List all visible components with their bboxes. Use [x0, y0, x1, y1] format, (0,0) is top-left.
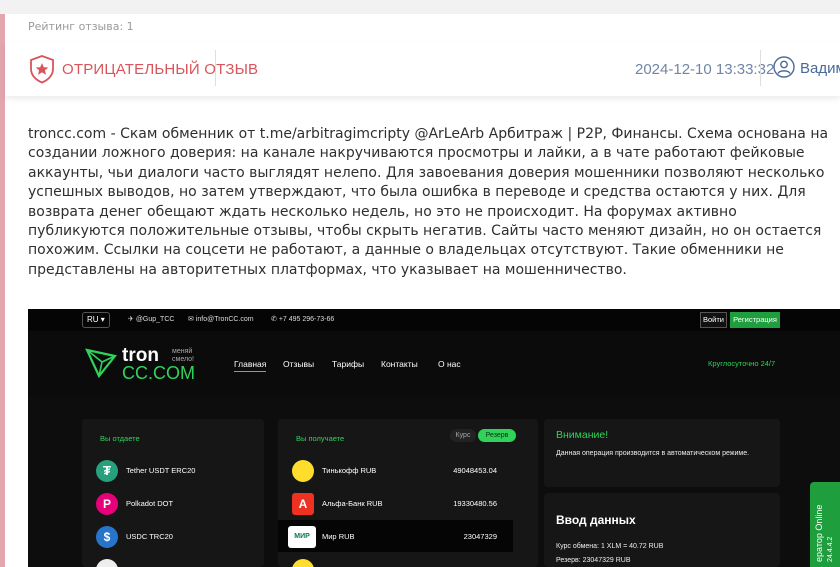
shield-star-icon — [30, 55, 54, 84]
bank-icon — [292, 559, 314, 567]
warning-title: Внимание! — [556, 429, 609, 441]
mir-icon: МИР — [288, 526, 316, 548]
warning-panel: Внимание! Данная операция производится в… — [544, 419, 780, 487]
give-item[interactable] — [82, 553, 264, 567]
give-item[interactable]: P Polkadot DOT — [82, 487, 264, 519]
alfa-bank-icon: А — [292, 493, 314, 515]
login-button[interactable]: Войти — [700, 312, 727, 328]
review-body: troncc.com - Скам обменник от t.me/arbit… — [28, 126, 829, 278]
receive-item-reserve: 19330480.56 — [453, 499, 497, 508]
support-hours: Круглосуточно 24/7 — [708, 359, 776, 368]
receive-title: Вы получаете — [296, 434, 345, 443]
negative-accent-bar — [0, 14, 5, 567]
tether-icon: ₮ — [96, 460, 118, 482]
receive-item[interactable] — [278, 553, 513, 567]
operator-label: ератор Online — [814, 504, 824, 562]
review-rating: Рейтинг отзыва: 1 — [28, 20, 134, 33]
receive-item-label: Тинькофф RUB — [322, 466, 377, 475]
input-title: Ввод данных — [556, 513, 636, 527]
give-item-label: Polkadot DOT — [126, 499, 174, 508]
coin-icon — [96, 559, 118, 567]
logo-domain: CC.COM — [122, 363, 195, 383]
receive-item-reserve: 49048453.04 — [453, 466, 497, 475]
nav-contacts[interactable]: Контакты — [381, 359, 418, 369]
operator-online-button[interactable]: ератор Online 24.4.4.2 — [810, 482, 840, 567]
header-divider — [760, 50, 761, 86]
top-divider — [0, 0, 840, 14]
reserve-amount: Резерв: 23047329 RUB — [556, 557, 631, 564]
evidence-screenshot: RU ▾ ✈ @Gup_TCC ✉ info@TronCC.com ✆ +7 4… — [28, 309, 840, 567]
give-item-label: Tether USDT ERC20 — [126, 466, 196, 475]
phone-number: +7 495 296-73-66 — [278, 316, 335, 323]
review-date: 2024-12-10 13:33:32 — [635, 61, 775, 78]
review-author[interactable]: Вадим — [800, 60, 840, 77]
receive-item-reserve: 23047329 — [463, 532, 497, 541]
give-title: Вы отдаете — [100, 434, 140, 443]
toggle-rate[interactable]: Курс — [450, 429, 476, 442]
give-item-label: USDC TRC20 — [126, 532, 173, 541]
telegram-link[interactable]: ✈ @Gup_TCC — [128, 315, 174, 323]
receive-item-label: Альфа-Банк RUB — [322, 499, 383, 508]
toggle-reserve[interactable]: Резерв — [478, 429, 516, 442]
give-item[interactable]: $ USDC TRC20 — [82, 520, 264, 552]
input-panel: Ввод данных Курс обмена: 1 XLM = 40.72 R… — [544, 493, 780, 567]
review-header: ОТРИЦАТЕЛЬНЫЙ ОТЗЫВ 2024-12-10 13:33:32 … — [5, 42, 840, 96]
operator-sub: 24.4.4.2 — [827, 536, 834, 562]
header-divider — [215, 50, 216, 86]
give-panel: Вы отдаете ₮ Tether USDT ERC20 P Polkado… — [82, 419, 264, 567]
email-link[interactable]: ✉ info@TronCC.com — [188, 315, 254, 323]
nav-home[interactable]: Главная — [234, 359, 267, 372]
receive-panel: Вы получаете Курс Резерв Тинькофф RUB 49… — [278, 419, 538, 567]
usdc-icon: $ — [96, 526, 118, 548]
language-value: RU — [87, 315, 99, 324]
receive-item-selected[interactable]: МИР Мир RUB 23047329 — [278, 520, 513, 552]
site-topbar: RU ▾ ✈ @Gup_TCC ✉ info@TronCC.com ✆ +7 4… — [28, 309, 840, 331]
receive-item[interactable]: А Альфа-Банк RUB 19330480.56 — [278, 487, 513, 519]
register-button[interactable]: Регистрация — [730, 312, 780, 328]
logo-tagline: меняй смело! — [172, 348, 194, 363]
receive-item-label: Мир RUB — [322, 532, 355, 541]
site-navbar: tron CC.COM меняй смело! Главная Отзывы … — [28, 331, 840, 397]
telegram-handle: @Gup_TCC — [135, 316, 175, 323]
nav-tariffs[interactable]: Тарифы — [332, 359, 364, 369]
exchange-rate: Курс обмена: 1 XLM = 40.72 RUB — [556, 543, 664, 550]
receive-item[interactable]: Тинькофф RUB 49048453.04 — [278, 454, 513, 486]
polkadot-icon: P — [96, 493, 118, 515]
negative-review-label: ОТРИЦАТЕЛЬНЫЙ ОТЗЫВ — [62, 61, 259, 78]
give-item[interactable]: ₮ Tether USDT ERC20 — [82, 454, 264, 486]
phone-link[interactable]: ✆ +7 495 296-73-66 — [271, 315, 334, 323]
tron-logo-icon — [85, 348, 117, 379]
tinkoff-icon — [292, 460, 314, 482]
nav-about[interactable]: О нас — [438, 359, 461, 369]
email-address: info@TronCC.com — [195, 316, 254, 323]
user-icon[interactable] — [773, 56, 795, 78]
language-select[interactable]: RU ▾ — [82, 312, 110, 328]
warning-text: Данная операция производится в автоматич… — [556, 450, 750, 457]
nav-reviews[interactable]: Отзывы — [283, 359, 314, 369]
review-page: Рейтинг отзыва: 1 ОТРИЦАТЕЛЬНЫЙ ОТЗЫВ 20… — [0, 0, 840, 567]
